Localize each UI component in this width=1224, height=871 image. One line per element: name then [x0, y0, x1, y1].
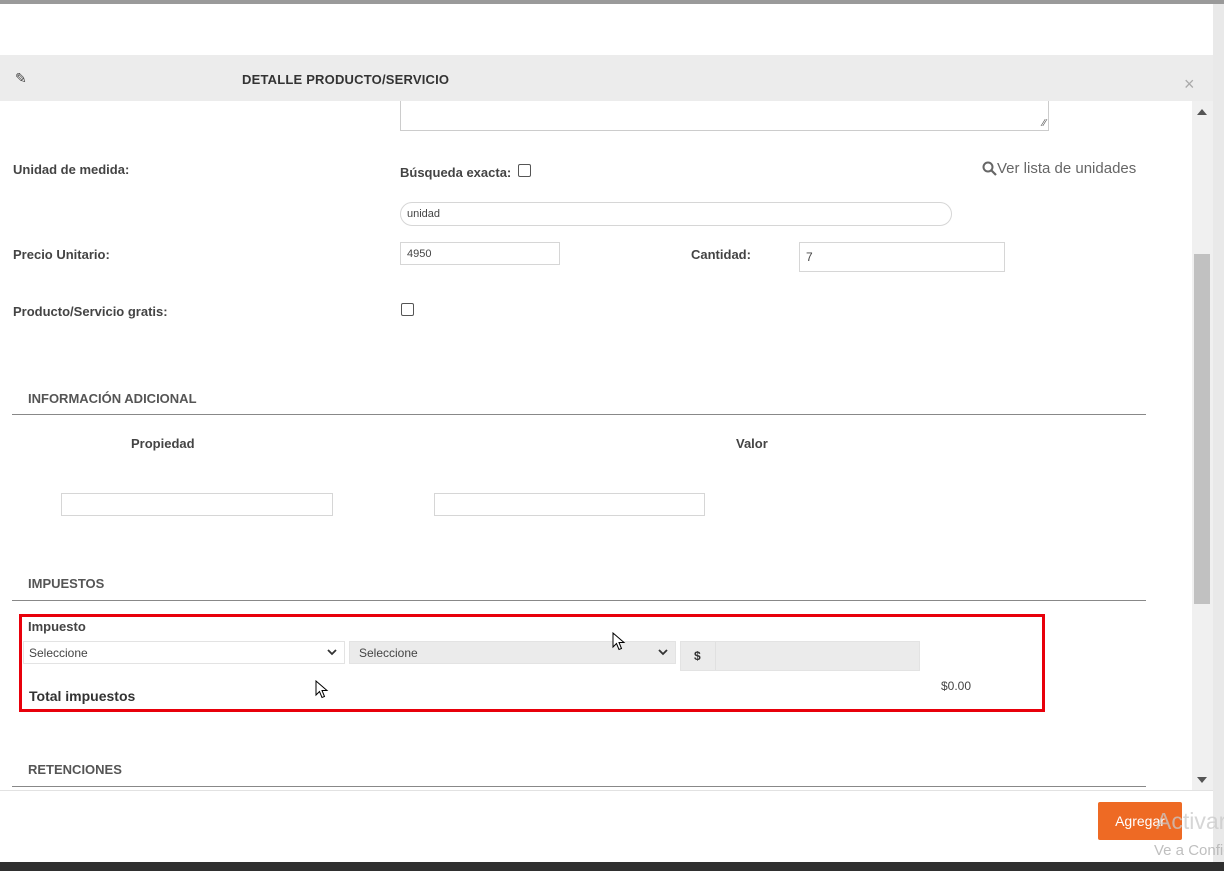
- gratis-label: Producto/Servicio gratis:: [13, 304, 168, 319]
- footer-divider: [0, 790, 1213, 791]
- ver-lista-unidades-link[interactable]: Ver lista de unidades: [982, 160, 1136, 177]
- cantidad-label: Cantidad:: [691, 247, 751, 262]
- activation-watermark-title: Activar: [1156, 808, 1224, 834]
- activation-watermark-subtitle: Ve a Configuración: [1154, 842, 1224, 859]
- busqueda-exacta-checkbox[interactable]: [518, 164, 531, 177]
- ver-lista-label: Ver lista de unidades: [997, 160, 1137, 177]
- scroll-up-icon[interactable]: [1197, 109, 1207, 115]
- modal-scrollbar[interactable]: [1192, 101, 1213, 790]
- description-textarea[interactable]: ∕∕: [400, 101, 1049, 131]
- busqueda-exacta-label: Búsqueda exacta:: [400, 165, 512, 180]
- pencil-icon: ✎: [15, 70, 27, 86]
- close-icon[interactable]: ×: [1184, 75, 1195, 93]
- modal-body: ∕∕ Unidad de medida: Búsqueda exacta: Ve…: [0, 101, 1192, 790]
- precio-unitario-label: Precio Unitario:: [13, 247, 110, 262]
- retenciones-divider: [12, 786, 1146, 787]
- info-adicional-divider: [12, 414, 1146, 415]
- gratis-checkbox[interactable]: [401, 303, 414, 316]
- modal-title: DETALLE PRODUCTO/SERVICIO: [242, 72, 450, 87]
- unidad-input[interactable]: unidad: [400, 202, 952, 226]
- impuestos-divider: [12, 600, 1146, 601]
- propiedad-header: Propiedad: [131, 436, 195, 451]
- product-detail-modal: ✎ DETALLE PRODUCTO/SERVICIO × ∕∕ Unidad …: [0, 4, 1213, 862]
- window-bottom-strip: [0, 862, 1224, 871]
- precio-unitario-value: 4950: [407, 247, 432, 260]
- propiedad-input[interactable]: [61, 493, 333, 516]
- page-scroll-gutter: [1213, 4, 1224, 862]
- mouse-cursor-icon: [315, 680, 329, 699]
- highlight-box: [19, 614, 1045, 712]
- scrollbar-thumb[interactable]: [1194, 254, 1210, 604]
- modal-header: ✎ DETALLE PRODUCTO/SERVICIO ×: [0, 55, 1213, 101]
- info-adicional-title: INFORMACIÓN ADICIONAL: [28, 391, 197, 406]
- unidad-value: unidad: [407, 208, 441, 220]
- cantidad-input[interactable]: 7: [799, 242, 1005, 272]
- mouse-cursor-icon: [612, 632, 626, 651]
- precio-unitario-input[interactable]: 4950: [400, 242, 560, 265]
- unidad-medida-label: Unidad de medida:: [13, 162, 130, 177]
- retenciones-title: RETENCIONES: [28, 762, 122, 777]
- search-icon: [982, 161, 997, 176]
- cantidad-value: 7: [806, 250, 813, 264]
- valor-header: Valor: [736, 436, 768, 451]
- valor-input[interactable]: [434, 493, 705, 516]
- impuestos-title: IMPUESTOS: [28, 576, 105, 591]
- scroll-down-icon[interactable]: [1197, 777, 1207, 783]
- resize-handle-icon[interactable]: ∕∕: [1043, 119, 1046, 129]
